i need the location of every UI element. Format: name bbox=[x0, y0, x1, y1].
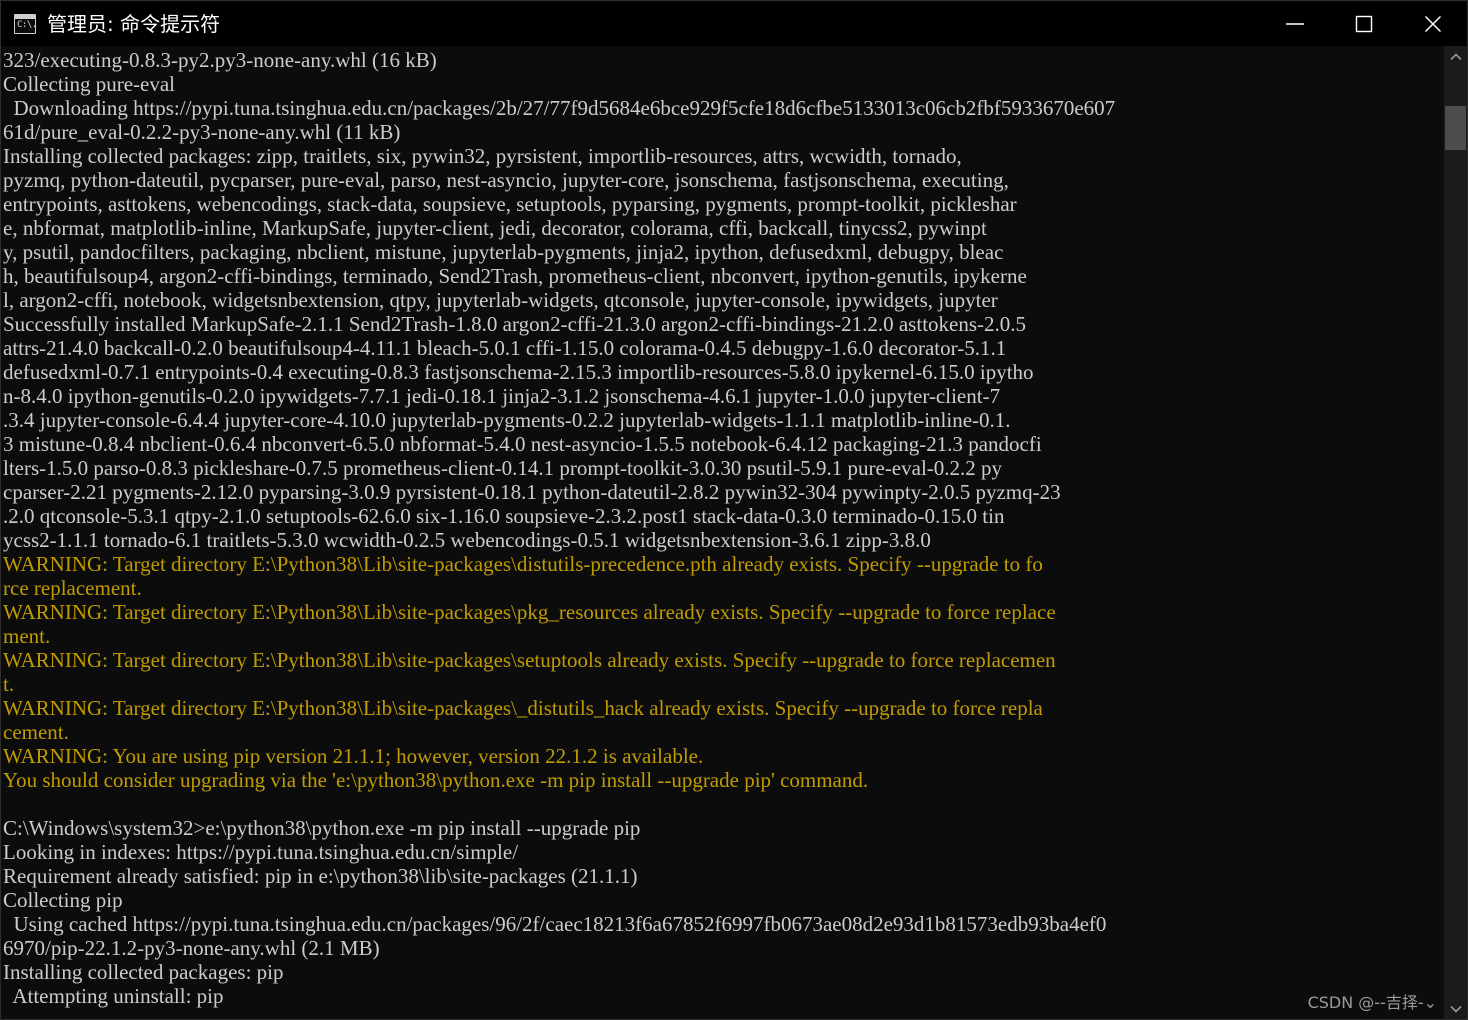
command-prompt-icon: C:\. bbox=[14, 13, 36, 34]
console-line: WARNING: You are using pip version 21.1.… bbox=[3, 744, 704, 768]
console-line: pyzmq, python-dateutil, pycparser, pure-… bbox=[3, 168, 1009, 192]
console-line: y, psutil, pandocfilters, packaging, nbc… bbox=[3, 240, 1004, 264]
close-button[interactable] bbox=[1398, 1, 1467, 46]
console-line: 61d/pure_eval-0.2.2-py3-none-any.whl (11… bbox=[3, 120, 401, 144]
console-line: Requirement already satisfied: pip in e:… bbox=[3, 864, 638, 888]
console-line: n-8.4.0 ipython-genutils-0.2.0 ipywidget… bbox=[3, 384, 1001, 408]
console-line: Looking in indexes: https://pypi.tuna.ts… bbox=[3, 840, 519, 864]
console-line: Installing collected packages: zipp, tra… bbox=[3, 144, 962, 168]
maximize-button[interactable] bbox=[1329, 1, 1398, 46]
title-bar-left: C:\. 管理员: 命令提示符 bbox=[1, 13, 1260, 35]
console-line: WARNING: Target directory E:\Python38\Li… bbox=[3, 600, 1056, 624]
command-prompt-icon-glyph: C:\. bbox=[17, 19, 36, 30]
console-line: Using cached https://pypi.tuna.tsinghua.… bbox=[3, 912, 1107, 936]
console-line: ycss2-1.1.1 tornado-6.1 traitlets-5.3.0 … bbox=[3, 528, 931, 552]
console-line: l, argon2-cffi, notebook, widgetsnbexten… bbox=[3, 288, 998, 312]
console-line: WARNING: Target directory E:\Python38\Li… bbox=[3, 648, 1056, 672]
console-line: 323/executing-0.8.3-py2.py3-none-any.whl… bbox=[3, 48, 437, 72]
vertical-scrollbar[interactable] bbox=[1443, 46, 1467, 1019]
console-line: WARNING: Target directory E:\Python38\Li… bbox=[3, 552, 1043, 576]
minimize-button[interactable] bbox=[1260, 1, 1329, 46]
console-line: WARNING: Target directory E:\Python38\Li… bbox=[3, 696, 1043, 720]
scroll-down-arrow-icon[interactable] bbox=[1444, 998, 1467, 1019]
console-line: e, nbformat, matplotlib-inline, MarkupSa… bbox=[3, 216, 987, 240]
console-line: attrs-21.4.0 backcall-0.2.0 beautifulsou… bbox=[3, 336, 1007, 360]
console-line: lters-1.5.0 parso-0.8.3 pickleshare-0.7.… bbox=[3, 456, 1003, 480]
console-line: Successfully installed MarkupSafe-2.1.1 … bbox=[3, 312, 1027, 336]
console-line: cement. bbox=[3, 720, 69, 744]
console-line: t. bbox=[3, 672, 15, 696]
console-line: cparser-2.21 pygments-2.12.0 pyparsing-3… bbox=[3, 480, 1061, 504]
console-line: ment. bbox=[3, 624, 51, 648]
console-line: h, beautifulsoup4, argon2-cffi-bindings,… bbox=[3, 264, 1027, 288]
console-line: rce replacement. bbox=[3, 576, 142, 600]
window-controls bbox=[1260, 1, 1467, 46]
console-line: C:\Windows\system32>e:\python38\python.e… bbox=[3, 816, 641, 840]
console-line: entrypoints, asttokens, webencodings, st… bbox=[3, 192, 1017, 216]
console-line: .3.4 jupyter-console-6.4.4 jupyter-core-… bbox=[3, 408, 1011, 432]
console-line: Attempting uninstall: pip bbox=[3, 984, 224, 1008]
console-line: defusedxml-0.7.1 entrypoints-0.4 executi… bbox=[3, 360, 1034, 384]
console-line: Collecting pure-eval bbox=[3, 72, 176, 96]
scroll-up-arrow-icon[interactable] bbox=[1444, 46, 1467, 68]
window-title: 管理员: 命令提示符 bbox=[47, 11, 221, 36]
scrollbar-thumb[interactable] bbox=[1445, 106, 1466, 150]
console-area: 323/executing-0.8.3-py2.py3-none-any.whl… bbox=[1, 46, 1467, 1019]
console-output[interactable]: 323/executing-0.8.3-py2.py3-none-any.whl… bbox=[1, 46, 1443, 1019]
command-prompt-window: C:\. 管理员: 命令提示符 323/executing-0.8.3-py2.… bbox=[0, 0, 1468, 1020]
console-line: 6970/pip-22.1.2-py3-none-any.whl (2.1 MB… bbox=[3, 936, 380, 960]
console-line: Downloading https://pypi.tuna.tsinghua.e… bbox=[3, 96, 1116, 120]
console-line: .2.0 qtconsole-5.3.1 qtpy-2.1.0 setuptoo… bbox=[3, 504, 1005, 528]
console-line: Installing collected packages: pip bbox=[3, 960, 284, 984]
console-line: 3 mistune-0.8.4 nbclient-0.6.4 nbconvert… bbox=[3, 432, 1042, 456]
console-line: You should consider upgrading via the 'e… bbox=[3, 768, 869, 792]
title-bar[interactable]: C:\. 管理员: 命令提示符 bbox=[1, 1, 1467, 46]
console-line: Collecting pip bbox=[3, 888, 123, 912]
